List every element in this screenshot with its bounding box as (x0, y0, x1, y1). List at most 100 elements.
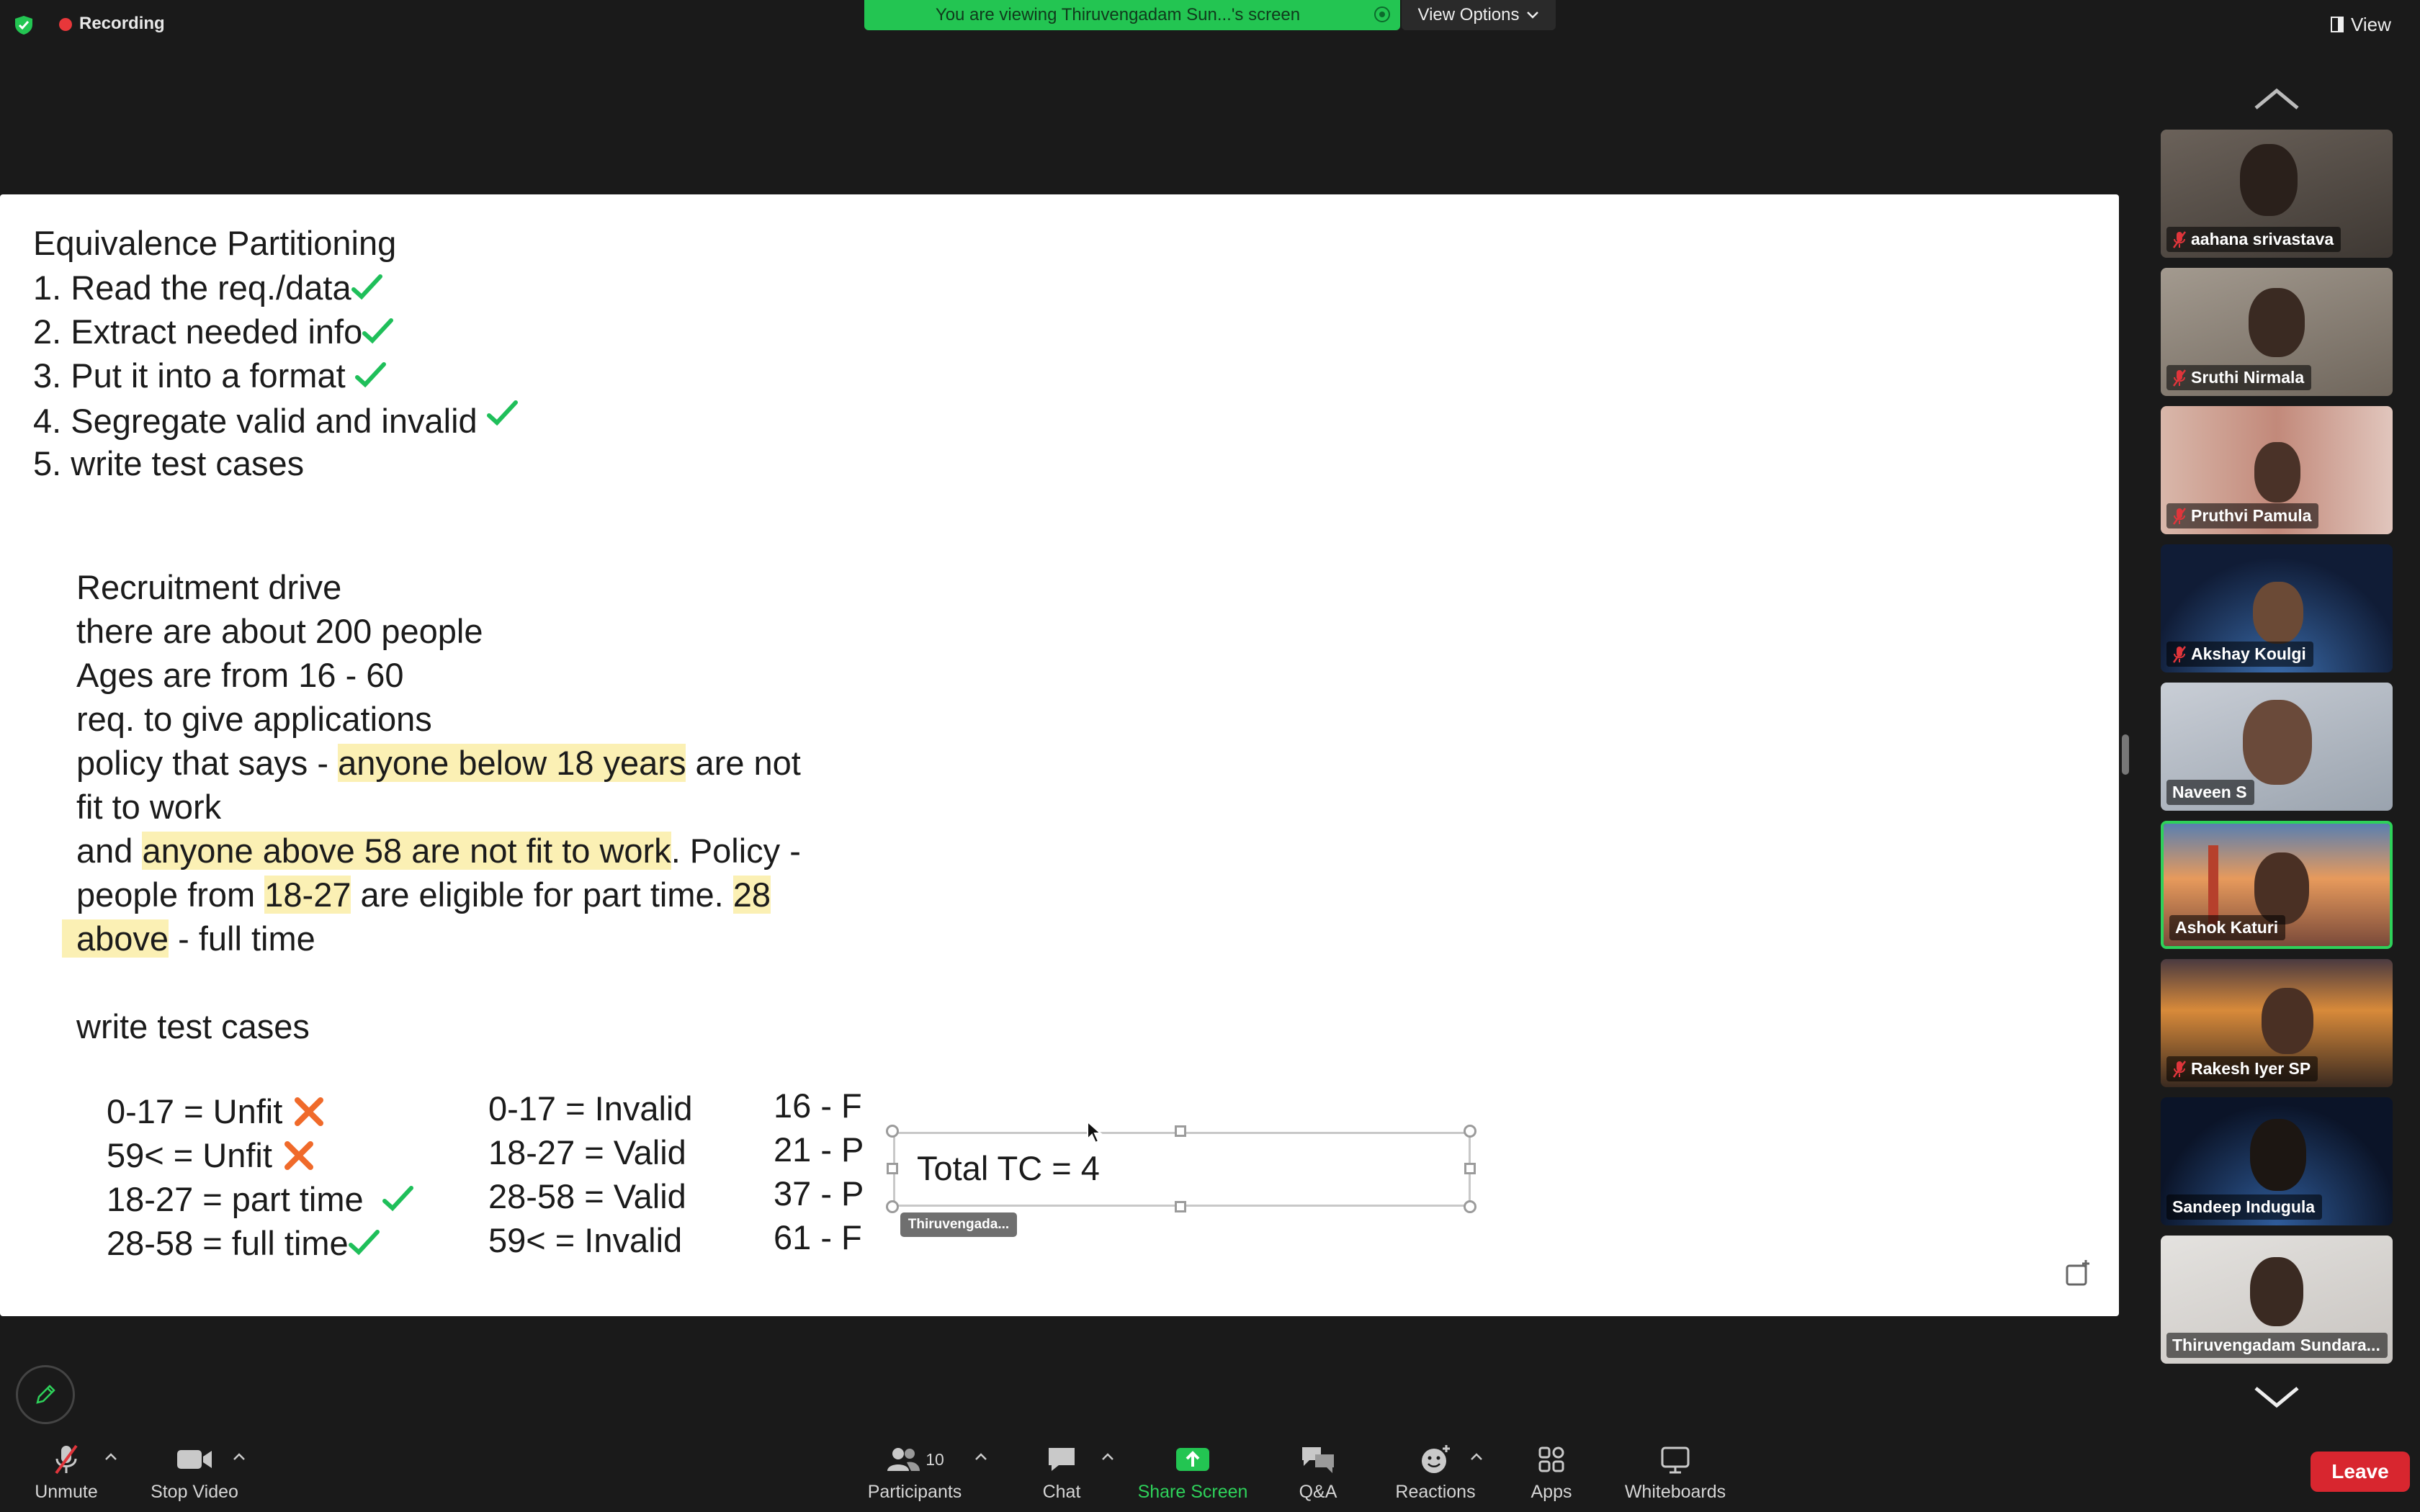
recording-label[interactable]: Recording (79, 12, 165, 36)
partition-text: 18-27 = part time (107, 1180, 364, 1218)
textbox-owner-tag: Thiruvengada... (900, 1212, 1017, 1237)
reactions-options-caret-icon[interactable] (1469, 1452, 1484, 1462)
participant-silhouette (2249, 288, 2305, 357)
view-layout-button[interactable]: View (2331, 10, 2391, 39)
participant-silhouette (2262, 988, 2313, 1054)
resize-handle[interactable] (887, 1163, 898, 1174)
story-line-8: people from 18-27 are eligible for part … (76, 875, 771, 915)
qa-button[interactable]: Q&A (1296, 1443, 1340, 1503)
validity-row: 59< = Invalid (488, 1221, 683, 1259)
participant-tile[interactable]: aahana srivastava (2161, 130, 2393, 258)
step-1-text: 1. Read the req./data (33, 269, 351, 307)
participant-silhouette (2250, 1257, 2303, 1326)
participant-name-tag: Akshay Koulgi (2166, 642, 2313, 667)
muted-mic-icon (55, 1444, 78, 1475)
green-check-icon (362, 318, 394, 344)
step-5: 5. write test cases (33, 444, 305, 482)
test-case-row: 61 - F (774, 1218, 862, 1256)
highlighted-text: 18-27 (264, 876, 351, 914)
participant-name: Pruthvi Pamula (2191, 506, 2312, 525)
annotate-icon[interactable] (2064, 1259, 2093, 1287)
resize-handle[interactable] (886, 1125, 899, 1138)
reactions-button[interactable]: Reactions (1389, 1443, 1482, 1503)
participants-options-caret-icon[interactable] (974, 1452, 988, 1462)
video-camera-icon (177, 1450, 212, 1469)
participant-tile[interactable]: Naveen S (2161, 683, 2393, 811)
muted-mic-icon (2172, 645, 2187, 663)
step-3-text: 3. Put it into a format (33, 356, 346, 395)
participant-silhouette (2253, 582, 2303, 644)
unmute-button[interactable]: Unmute (29, 1443, 104, 1503)
participant-name: Sruthi Nirmala (2191, 368, 2305, 387)
green-check-icon (382, 1186, 413, 1212)
leave-button[interactable]: Leave (2311, 1452, 2410, 1492)
shared-screen-slide[interactable]: Equivalence Partitioning 1. Read the req… (0, 194, 2119, 1316)
story-line-7: and anyone above 58 are not fit to work.… (76, 831, 801, 871)
audio-options-caret-icon[interactable] (104, 1452, 118, 1462)
viewing-screen-banner: You are viewing Thiruvengadam Sun...'s s… (864, 0, 1400, 30)
total-tc-text: Total TC = 4 (917, 1149, 1100, 1187)
participant-tile[interactable]: Thiruvengadam Sundara... (2161, 1236, 2393, 1364)
participant-tile[interactable]: Rakesh Iyer SP (2161, 959, 2393, 1087)
story-line-10: write test cases (76, 1007, 310, 1045)
slide-heading: Equivalence Partitioning (33, 224, 397, 262)
highlighted-text: anyone above 58 are not fit to work (142, 832, 671, 870)
chat-bubble-icon (1049, 1448, 1075, 1471)
mouse-cursor-icon (1087, 1120, 1103, 1144)
resize-handle[interactable] (1464, 1200, 1476, 1213)
participant-tile[interactable]: Sandeep Indugula (2161, 1097, 2393, 1225)
orange-x-icon (295, 1097, 324, 1126)
apps-button[interactable]: Apps (1527, 1443, 1576, 1503)
panel-resize-handle[interactable] (2122, 734, 2129, 775)
whiteboard-icon (1661, 1446, 1690, 1474)
participant-name-tag: Pruthvi Pamula (2166, 503, 2319, 528)
participant-tile[interactable]: Sruthi Nirmala (2161, 268, 2393, 396)
apps-label: Apps (1531, 1482, 1572, 1502)
participant-name-tag: Thiruvengadam Sundara... (2166, 1333, 2388, 1358)
participant-tile-active-speaker[interactable]: Ashok Katuri (2161, 821, 2393, 949)
resize-handle[interactable] (1464, 1125, 1476, 1138)
stop-video-button[interactable]: Stop Video (144, 1443, 245, 1503)
stop-video-label: Stop Video (151, 1482, 238, 1502)
step-2: 2. Extract needed info (33, 312, 394, 352)
step-1: 1. Read the req./data (33, 268, 383, 308)
validity-row: 18-27 = Valid (488, 1133, 686, 1171)
chevron-down-icon (1527, 12, 1539, 19)
resize-handle[interactable] (1464, 1163, 1476, 1174)
video-options-caret-icon[interactable] (232, 1452, 246, 1462)
resize-handle[interactable] (886, 1200, 899, 1213)
partition-row: 0-17 = Unfit (107, 1092, 326, 1132)
gallery-scroll-down-icon[interactable] (2251, 1382, 2302, 1411)
validity-row: 28-58 = Valid (488, 1177, 686, 1215)
chat-button[interactable]: Chat (1033, 1443, 1090, 1503)
security-shield-icon[interactable] (13, 14, 35, 36)
muted-mic-icon (2172, 1060, 2187, 1078)
annotate-button[interactable] (16, 1365, 75, 1424)
participant-tile[interactable]: Akshay Koulgi (2161, 544, 2393, 672)
viewing-screen-text: You are viewing Thiruvengadam Sun...'s s… (935, 5, 1301, 24)
participant-tile[interactable]: Pruthvi Pamula (2161, 406, 2393, 534)
resize-handle[interactable] (1175, 1125, 1186, 1137)
participant-name: Naveen S (2172, 783, 2247, 801)
participants-button[interactable]: 10 Participants (861, 1443, 968, 1503)
participant-name: Thiruvengadam Sundara... (2172, 1336, 2380, 1354)
story-text: . Policy - (671, 832, 801, 870)
participant-silhouette (2240, 144, 2298, 216)
view-options-button[interactable]: View Options (1402, 0, 1556, 30)
whiteboards-button[interactable]: Whiteboards (1619, 1443, 1731, 1503)
story-line-9: above - full time (62, 919, 315, 959)
resize-handle[interactable] (1175, 1201, 1186, 1212)
share-screen-button[interactable]: Share Screen (1134, 1443, 1252, 1503)
participant-name: Sandeep Indugula (2172, 1197, 2316, 1216)
participants-icon (887, 1448, 920, 1471)
story-text: policy that says - (76, 744, 339, 782)
bridge-tower (2208, 845, 2218, 924)
chat-options-caret-icon[interactable] (1101, 1452, 1115, 1462)
partition-row: 28-58 = full time (107, 1223, 380, 1264)
total-tc-textbox[interactable]: Total TC = 4 (893, 1132, 1471, 1207)
partition-text: 59< = Unfit (107, 1136, 272, 1174)
participant-name-tag: Sruthi Nirmala (2166, 365, 2312, 390)
gallery-scroll-up-icon[interactable] (2251, 85, 2302, 114)
test-case-row: 16 - F (774, 1086, 862, 1125)
screen-share-status-icon (1374, 6, 1390, 22)
